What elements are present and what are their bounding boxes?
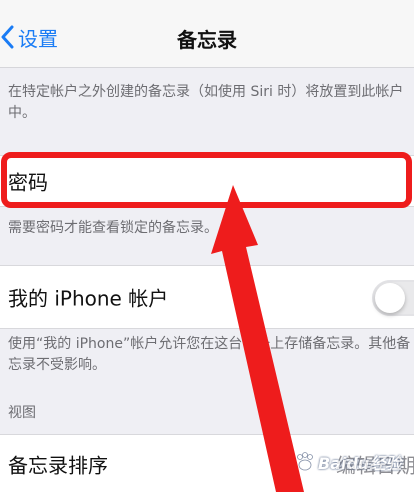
page-title: 备忘录 [177, 28, 237, 52]
my-iphone-account-note: 使用“我的 iPhone”帐户允许您在这台设备上存储备忘录。其他备忘录不受影响。 [8, 336, 411, 373]
note-sort-label: 备忘录排序 [8, 453, 108, 478]
my-iphone-account-label: 我的 iPhone 帐户 [8, 286, 169, 311]
navigation-bar: 设置 备忘录 [0, 0, 414, 68]
watermark: Baidu经验 [296, 442, 414, 482]
default-account-note: 在特定帐户之外创建的备忘录（如使用 Siri 时）将放置到此帐户中。 [8, 84, 404, 121]
my-iphone-account-toggle[interactable] [372, 280, 414, 316]
view-section-header: 视图 [8, 405, 36, 421]
my-iphone-account-row: 我的 iPhone 帐户 [0, 265, 414, 329]
annotation-arrow-icon [211, 185, 304, 492]
watermark-text: Baidu经验 [318, 454, 402, 473]
password-note: 需要密码才能查看锁定的备忘录。 [8, 220, 218, 236]
paw-icon [297, 452, 313, 471]
password-label: 密码 [8, 170, 48, 195]
password-row[interactable]: 密码 [0, 155, 414, 207]
toggle-knob [375, 283, 405, 313]
